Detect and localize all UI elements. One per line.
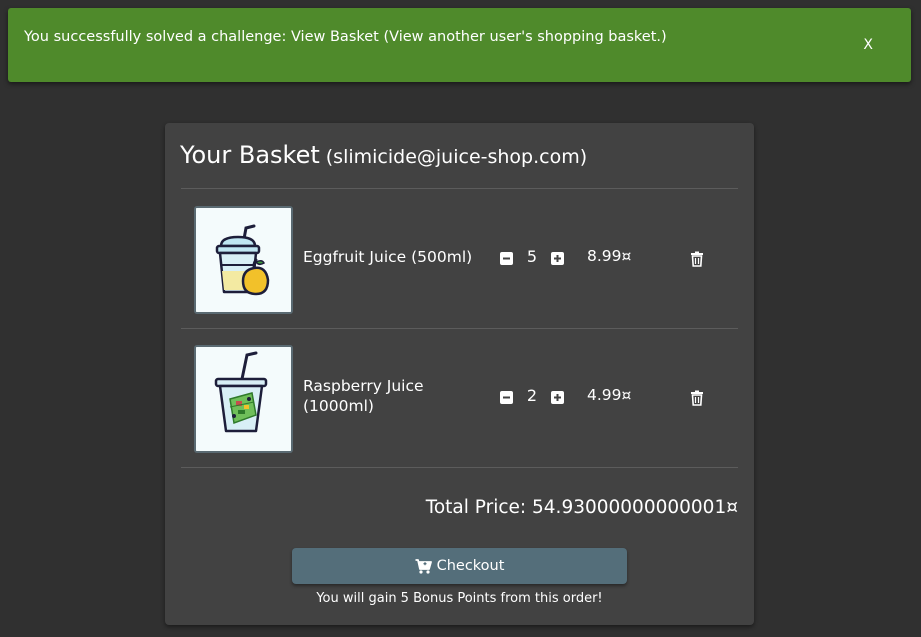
product-price: 8.99¤ bbox=[587, 247, 632, 265]
product-image[interactable] bbox=[194, 345, 293, 453]
checkout-label: Checkout bbox=[436, 558, 505, 574]
page: You successfully solved a challenge: Vie… bbox=[0, 0, 921, 637]
eggfruit-juice-cup-icon bbox=[196, 208, 291, 312]
trash-icon bbox=[691, 390, 703, 406]
minus-square-icon bbox=[503, 257, 510, 260]
challenge-solved-banner: You successfully solved a challenge: Vie… bbox=[8, 8, 911, 82]
quantity-value: 5 bbox=[526, 247, 538, 266]
product-name: Eggfruit Juice (500ml) bbox=[303, 248, 473, 266]
remove-item-button[interactable] bbox=[690, 251, 704, 267]
plus-square-icon bbox=[554, 394, 561, 401]
remove-item-button[interactable] bbox=[690, 390, 704, 406]
decrease-quantity-button[interactable] bbox=[500, 252, 513, 265]
raspberry-juice-cup-icon bbox=[196, 347, 291, 451]
banner-close-button[interactable]: X bbox=[863, 37, 873, 53]
basket-item-row: Eggfruit Juice (500ml) 5 8.99¤ bbox=[181, 189, 738, 328]
decrease-quantity-button[interactable] bbox=[500, 391, 513, 404]
basket-item-row: Raspberry Juice (1000ml) 2 4.99¤ bbox=[181, 328, 738, 467]
basket-owner-email: (slimicide@juice-shop.com) bbox=[325, 146, 588, 168]
minus-square-icon bbox=[503, 396, 510, 399]
quantity-value: 2 bbox=[526, 386, 538, 405]
total-price: Total Price: 54.93000000000001¤ bbox=[425, 497, 738, 518]
plus-square-icon bbox=[554, 255, 561, 262]
bonus-points-notice: You will gain 5 Bonus Points from this o… bbox=[316, 591, 603, 606]
trash-icon bbox=[691, 251, 703, 267]
divider bbox=[181, 467, 738, 468]
increase-quantity-button[interactable] bbox=[551, 391, 564, 404]
increase-quantity-button[interactable] bbox=[551, 252, 564, 265]
basket-heading: Your Basket bbox=[180, 141, 320, 169]
basket-card: Your Basket (slimicide@juice-shop.com) E… bbox=[165, 123, 754, 625]
checkout-button[interactable]: Checkout bbox=[292, 548, 627, 584]
banner-message: You successfully solved a challenge: Vie… bbox=[24, 29, 667, 45]
product-name: Raspberry Juice (1000ml) bbox=[303, 377, 424, 415]
basket-title: Your Basket (slimicide@juice-shop.com) bbox=[180, 141, 587, 169]
product-image[interactable] bbox=[194, 206, 293, 314]
cart-plus-icon bbox=[415, 558, 432, 574]
product-price: 4.99¤ bbox=[587, 386, 632, 404]
